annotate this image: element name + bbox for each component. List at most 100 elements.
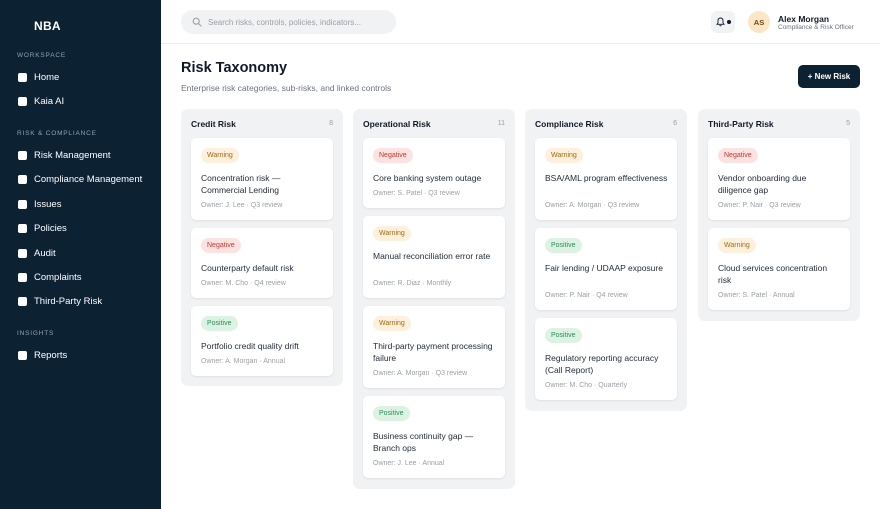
sidebar-item-compliance-management[interactable]: Compliance Management xyxy=(18,171,142,187)
risk-card[interactable]: Positive Portfolio credit quality drift … xyxy=(191,306,333,376)
search-input[interactable] xyxy=(208,17,388,27)
third-party-risk-icon xyxy=(18,296,27,306)
audit-icon xyxy=(18,248,27,258)
risk-card[interactable]: Positive Regulatory reporting accuracy (… xyxy=(535,318,677,400)
column-operational-risk: Operational Risk 11 Negative Core bankin… xyxy=(353,109,515,489)
risk-title: Vendor onboarding due diligence gap xyxy=(718,173,807,195)
column-title: Credit Risk xyxy=(191,119,236,129)
risk-card[interactable]: Warning BSA/AML program effectiveness Ow… xyxy=(535,138,677,220)
risk-card[interactable]: Warning Manual reconciliation error rate… xyxy=(363,216,505,298)
page-subtitle: Enterprise risk categories, sub-risks, a… xyxy=(181,83,392,93)
risk-owner: Owner: P. Nair · Q4 review xyxy=(545,292,628,299)
risk-card[interactable]: Positive Business continuity gap — Branc… xyxy=(363,396,505,478)
issues-icon xyxy=(18,199,27,209)
risk-owner: Owner: A. Morgan · Annual xyxy=(201,358,286,365)
avatar[interactable]: AS xyxy=(748,11,770,33)
sidebar-item-label: Third-Party Risk xyxy=(34,295,103,307)
status-badge: Warning xyxy=(718,238,756,253)
page-title: Risk Taxonomy xyxy=(181,60,288,76)
sidebar-item-risk-management[interactable]: Risk Management xyxy=(18,147,111,163)
kaia-ai-icon xyxy=(18,96,27,106)
sidebar-item-label: Home xyxy=(34,71,60,83)
nav-section-workspace: WORKSPACE xyxy=(17,52,66,59)
notifications-button[interactable] xyxy=(711,11,735,33)
sidebar-item-kaia-ai[interactable]: Kaia AI xyxy=(18,93,64,109)
sidebar-item-issues[interactable]: Issues xyxy=(18,196,61,212)
risk-card[interactable]: Negative Vendor onboarding due diligence… xyxy=(708,138,850,220)
risk-title: Counterparty default risk xyxy=(201,263,294,273)
sidebar-item-reports[interactable]: Reports xyxy=(18,347,67,363)
column-header: Operational Risk 11 xyxy=(363,119,505,131)
search-bar[interactable] xyxy=(181,10,396,34)
sidebar-item-label: Complaints xyxy=(34,271,82,283)
column-credit-risk: Credit Risk 8 Warning Concentration risk… xyxy=(181,109,343,386)
status-badge: Negative xyxy=(718,148,758,163)
status-badge: Warning xyxy=(201,148,239,163)
column-third-party-risk: Third-Party Risk 5 Negative Vendor onboa… xyxy=(698,109,860,321)
status-badge: Positive xyxy=(373,406,410,421)
column-header: Credit Risk 8 xyxy=(191,119,333,131)
sidebar-item-third-party-risk[interactable]: Third-Party Risk xyxy=(18,293,102,309)
sidebar-item-label: Kaia AI xyxy=(34,95,65,107)
status-badge: Positive xyxy=(545,238,582,253)
sidebar: NBA WORKSPACE Home Kaia AI RISK & COMPLI… xyxy=(0,0,161,509)
risk-owner: Owner: P. Nair · Q3 review xyxy=(718,202,801,209)
status-badge: Warning xyxy=(545,148,583,163)
risk-owner: Owner: S. Patel · Q3 review xyxy=(373,190,460,197)
home-icon xyxy=(18,72,27,82)
risk-owner: Owner: J. Lee · Annual xyxy=(373,460,445,467)
brand-logo[interactable]: NBA xyxy=(34,19,61,33)
risk-title: Business continuity gap — Branch ops xyxy=(373,431,474,453)
risk-card[interactable]: Warning Concentration risk — Commercial … xyxy=(191,138,333,220)
risk-card[interactable]: Negative Counterparty default risk Owner… xyxy=(191,228,333,298)
sidebar-item-label: Policies xyxy=(34,222,67,234)
policies-icon xyxy=(18,223,27,233)
risk-title: Concentration risk — Commercial Lending xyxy=(201,173,281,195)
user-name: Alex Morgan xyxy=(778,14,830,24)
risk-owner: Owner: M. Cho · Q4 review xyxy=(201,280,286,287)
notification-dot-icon xyxy=(726,20,731,24)
reports-icon xyxy=(18,350,27,360)
search-icon xyxy=(192,17,202,27)
new-risk-button[interactable]: + New Risk xyxy=(798,65,860,88)
sidebar-item-label: Issues xyxy=(34,198,62,210)
risk-card[interactable]: Positive Fair lending / UDAAP exposure O… xyxy=(535,228,677,310)
nav-section-risk-compliance: RISK & COMPLIANCE xyxy=(17,130,97,137)
column-count: 5 xyxy=(846,120,850,127)
column-title: Third-Party Risk xyxy=(708,119,774,129)
column-header: Compliance Risk 6 xyxy=(535,119,677,131)
column-count: 8 xyxy=(329,120,333,127)
risk-management-icon xyxy=(18,150,27,160)
risk-title: Manual reconciliation error rate xyxy=(373,251,491,261)
column-count: 6 xyxy=(673,120,677,127)
risk-title: Regulatory reporting accuracy (Call Repo… xyxy=(545,353,659,375)
sidebar-item-policies[interactable]: Policies xyxy=(18,220,67,236)
risk-owner: Owner: S. Patel · Annual xyxy=(718,292,795,299)
status-badge: Negative xyxy=(201,238,241,253)
column-title: Compliance Risk xyxy=(535,119,604,129)
nav-section-insights: INSIGHTS xyxy=(17,330,55,337)
user-role: Compliance & Risk Officer xyxy=(778,24,854,31)
status-badge: Positive xyxy=(545,328,582,343)
status-badge: Positive xyxy=(201,316,238,331)
sidebar-item-audit[interactable]: Audit xyxy=(18,245,56,261)
risk-title: Core banking system outage xyxy=(373,173,482,183)
risk-title: BSA/AML program effectiveness xyxy=(545,173,668,183)
sidebar-item-home[interactable]: Home xyxy=(18,69,59,85)
sidebar-item-complaints[interactable]: Complaints xyxy=(18,269,82,285)
sidebar-item-label: Risk Management xyxy=(34,149,111,161)
column-title: Operational Risk xyxy=(363,119,431,129)
risk-card[interactable]: Warning Third-party payment processing f… xyxy=(363,306,505,388)
risk-title: Fair lending / UDAAP exposure xyxy=(545,263,663,273)
risk-owner: Owner: J. Lee · Q3 review xyxy=(201,202,283,209)
risk-owner: Owner: R. Diaz · Monthly xyxy=(373,280,452,287)
status-badge: Negative xyxy=(373,148,413,163)
risk-owner: Owner: A. Morgan · Q3 review xyxy=(373,370,468,377)
bell-icon xyxy=(715,17,725,27)
risk-title: Cloud services concentration risk xyxy=(718,263,828,285)
risk-card[interactable]: Warning Cloud services concentration ris… xyxy=(708,228,850,310)
risk-card[interactable]: Negative Core banking system outage Owne… xyxy=(363,138,505,208)
risk-title: Portfolio credit quality drift xyxy=(201,341,299,351)
sidebar-item-label: Reports xyxy=(34,349,68,361)
risk-owner: Owner: M. Cho · Quarterly xyxy=(545,382,628,389)
